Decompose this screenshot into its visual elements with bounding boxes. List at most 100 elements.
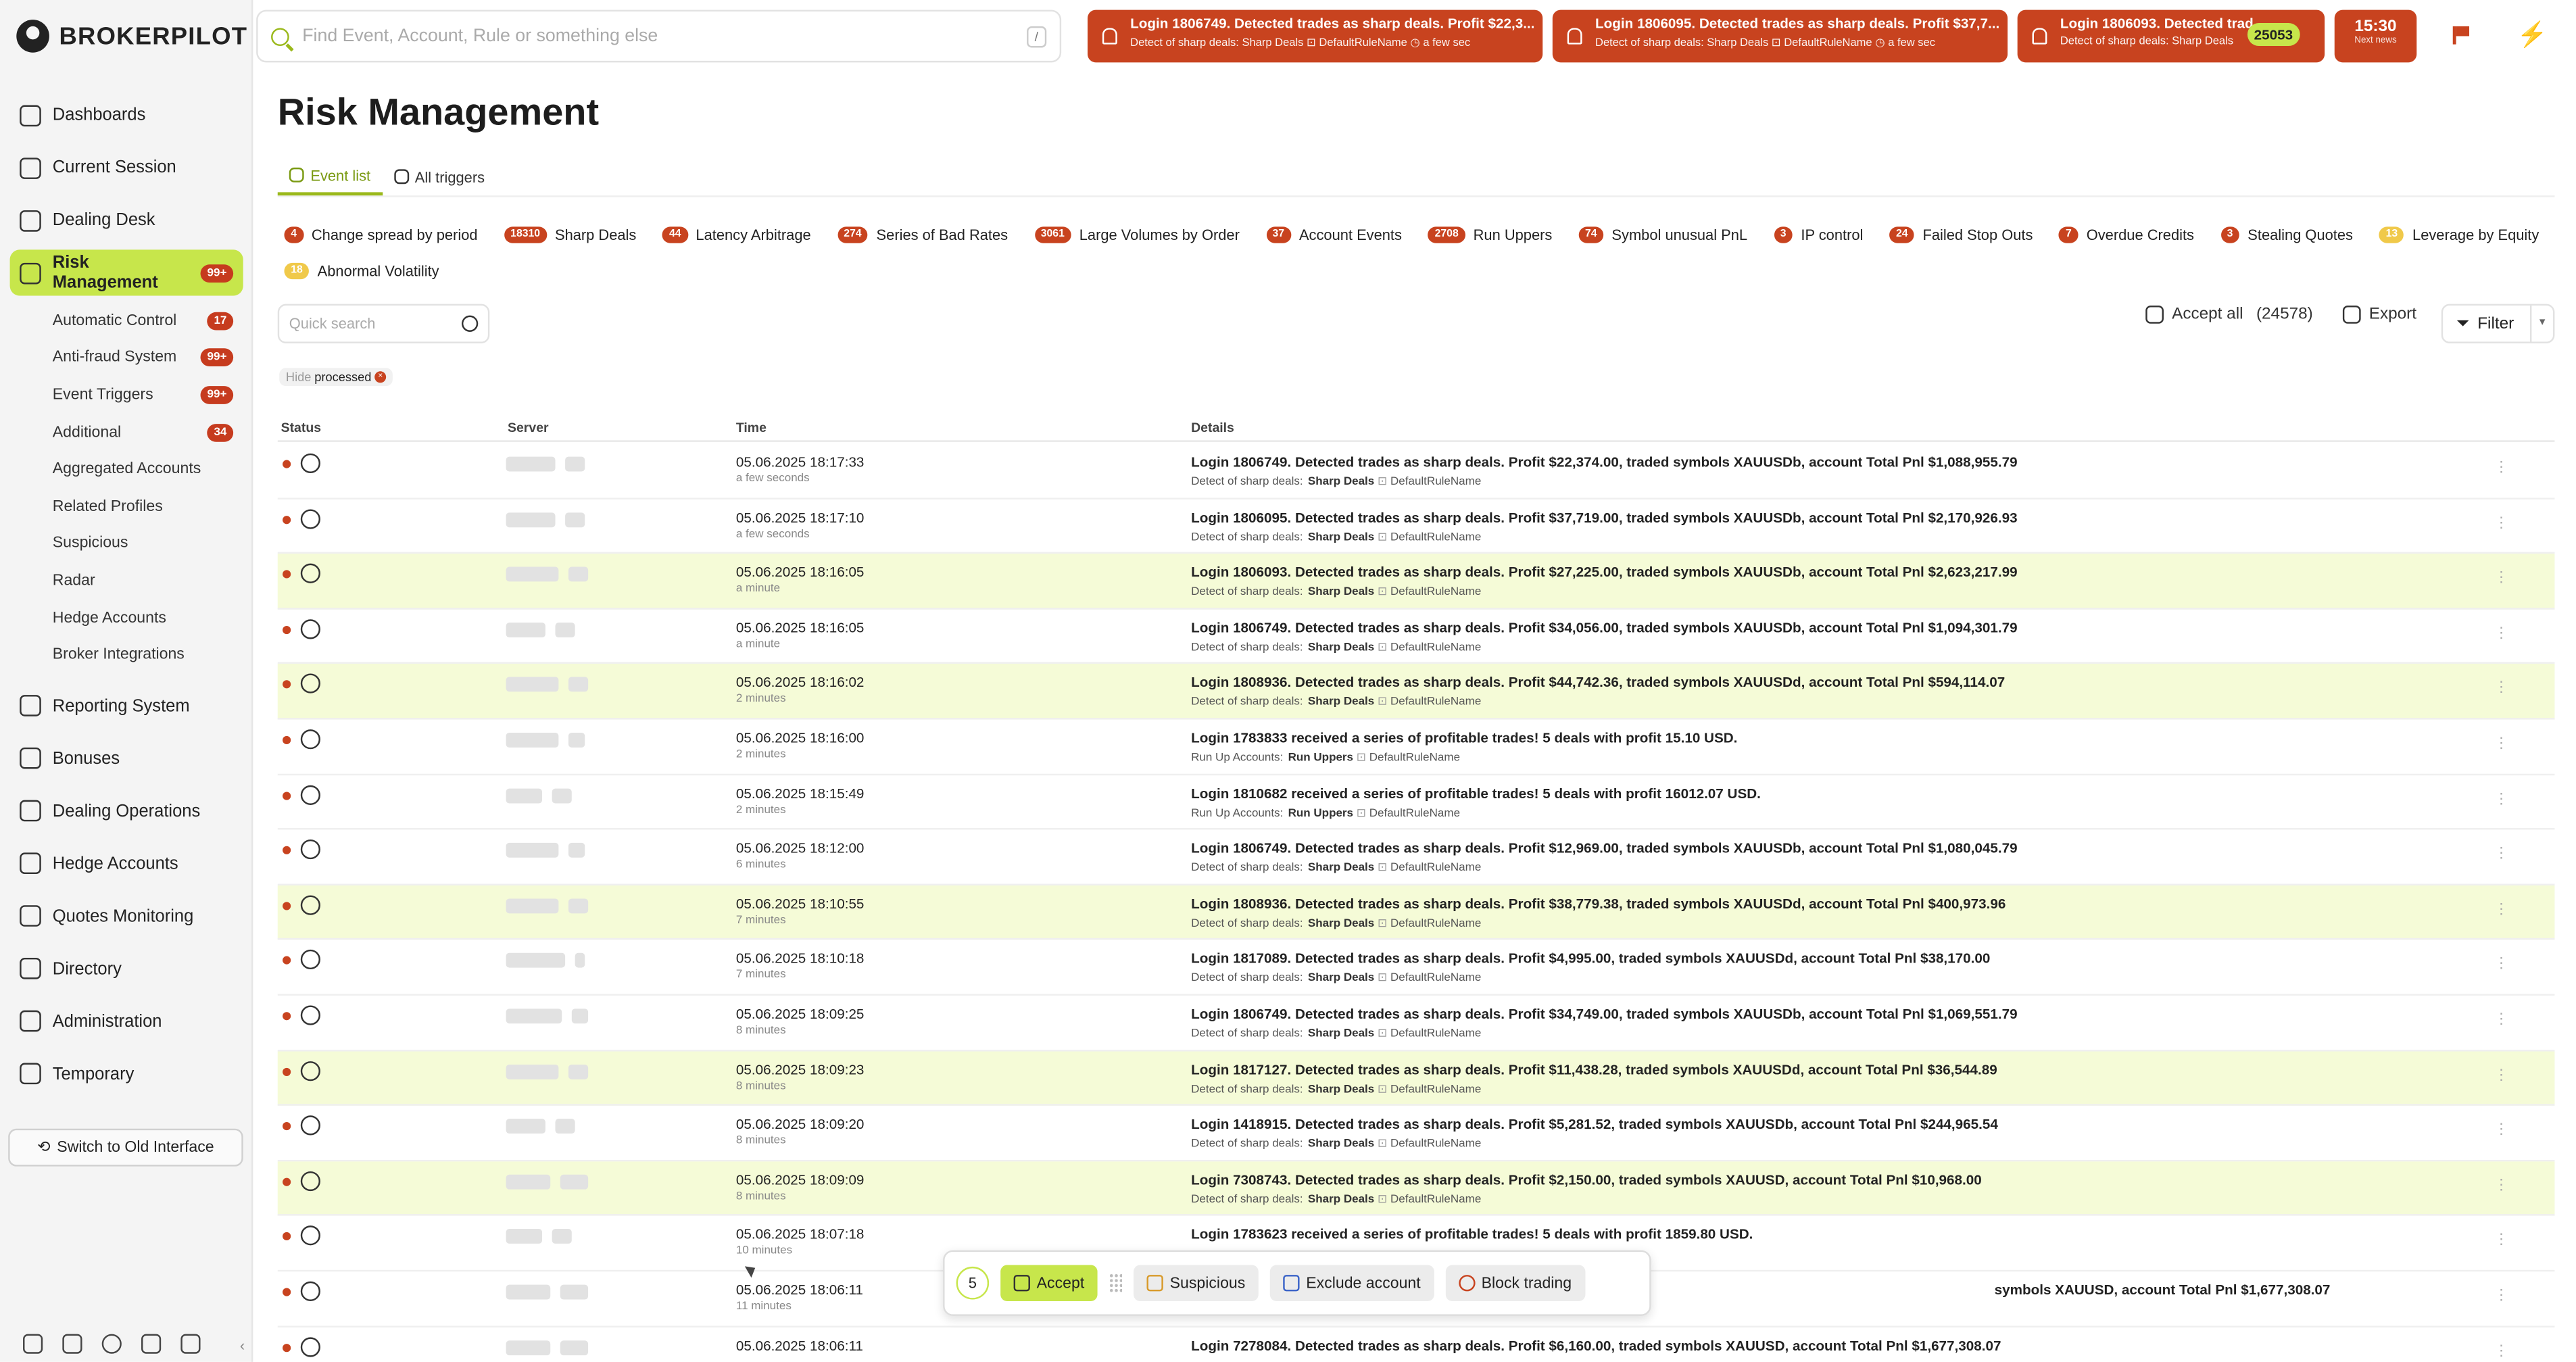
event-status-icon[interactable] <box>300 1060 320 1081</box>
trigger-chip[interactable]: 74 Symbol unusual PnL <box>1578 224 1747 247</box>
subnav-item-anti-fraud-system[interactable]: Anti-fraud System 99+ <box>53 339 243 376</box>
sidebar-item-risk-management[interactable]: Risk Management 99+ <box>9 249 243 296</box>
row-menu-icon[interactable]: ⋮ <box>2494 1231 2508 1249</box>
lightning-icon[interactable]: ⚡ <box>2517 20 2548 49</box>
table-row[interactable]: 05.06.2025 18:16:00 2 minutes Login 178383… <box>277 719 2555 775</box>
column-header-details[interactable]: Details <box>1191 420 1234 435</box>
filter-button[interactable]: ⏷ Filter ▾ <box>2441 303 2555 343</box>
event-status-icon[interactable] <box>300 1005 320 1025</box>
event-status-icon[interactable] <box>300 784 320 804</box>
subnav-item-automatic-control[interactable]: Automatic Control 17 <box>53 302 243 339</box>
quick-search[interactable] <box>277 303 490 343</box>
event-status-icon[interactable] <box>300 674 320 694</box>
trigger-chip[interactable]: 3061 Large Volumes by Order <box>1034 224 1240 247</box>
settings-icon[interactable] <box>23 1334 43 1354</box>
table-row[interactable]: 05.06.2025 18:17:10 a few seconds Login 18… <box>277 499 2555 554</box>
table-row[interactable]: 05.06.2025 18:09:23 8 minutes Login 181712… <box>277 1050 2555 1106</box>
chevron-down-icon[interactable]: ▾ <box>2529 306 2553 342</box>
event-status-icon[interactable] <box>300 453 320 473</box>
trigger-chip[interactable]: 13 Leverage by Equity <box>2379 224 2539 247</box>
switch-old-interface-button[interactable]: ⟲ Switch to Old Interface <box>8 1128 243 1167</box>
remove-filter-icon[interactable]: × <box>374 371 387 383</box>
column-header-time[interactable]: Time <box>736 420 767 435</box>
subnav-item-hedge-accounts[interactable]: Hedge Accounts <box>53 600 243 637</box>
table-row[interactable]: 05.06.2025 18:06:11 Login 7278084. Detect… <box>278 1327 2555 1362</box>
moon-icon[interactable] <box>101 1334 122 1354</box>
subnav-item-event-triggers[interactable]: Event Triggers 99+ <box>53 376 243 414</box>
sidebar-item-dashboards[interactable]: Dashboards <box>10 92 243 138</box>
subnav-item-suspicious[interactable]: Suspicious <box>53 525 243 562</box>
row-menu-icon[interactable]: ⋮ <box>2494 679 2508 698</box>
event-status-icon[interactable] <box>300 950 320 970</box>
subnav-item-related-profiles[interactable]: Related Profiles <box>53 488 243 525</box>
table-row[interactable]: 05.06.2025 18:09:25 8 minutes Login 180674… <box>277 996 2555 1051</box>
row-menu-icon[interactable]: ⋮ <box>2494 734 2508 752</box>
sidebar-item-quotes-monitoring[interactable]: Quotes Monitoring <box>10 894 243 940</box>
trigger-chip[interactable]: 3 Stealing Quotes <box>2220 224 2353 247</box>
table-row[interactable]: 05.06.2025 18:15:49 2 minutes Login 181068… <box>277 775 2555 830</box>
alert-notification[interactable]: Login 1806095. Detected trades as sharp … <box>1552 9 2008 63</box>
trigger-chip[interactable]: 18 Abnormal Volatility <box>284 260 439 283</box>
global-search-input[interactable] <box>302 26 1014 47</box>
accept-button[interactable]: Accept <box>1000 1265 1098 1301</box>
table-row[interactable]: 05.06.2025 18:16:05 a minute Login 1806093… <box>277 554 2555 610</box>
row-menu-icon[interactable]: ⋮ <box>2494 624 2508 642</box>
hide-processed-tag[interactable]: Hide processed × <box>279 368 393 387</box>
global-search[interactable]: / <box>256 9 1062 63</box>
event-status-icon[interactable] <box>300 1115 320 1136</box>
sidebar-item-directory[interactable]: Directory <box>10 946 243 992</box>
row-menu-icon[interactable]: ⋮ <box>2494 1011 2508 1029</box>
column-header-status[interactable]: Status <box>281 420 321 435</box>
monitor-icon[interactable] <box>62 1334 82 1354</box>
exclude-account-button[interactable]: Exclude account <box>1269 1265 1434 1301</box>
trigger-chip[interactable]: 274 Series of Bad Rates <box>837 224 1008 247</box>
row-menu-icon[interactable]: ⋮ <box>2494 789 2508 808</box>
table-row[interactable]: 05.06.2025 18:12:00 6 minutes Login 180674… <box>277 830 2555 885</box>
news-clock[interactable]: 15:30 Next news <box>2334 9 2417 63</box>
table-row[interactable]: 05.06.2025 18:16:05 a minute Login 1806749… <box>277 609 2555 664</box>
subnav-item-aggregated-accounts[interactable]: Aggregated Accounts <box>53 451 243 488</box>
trigger-chip[interactable]: 18310 Sharp Deals <box>504 224 636 247</box>
table-row[interactable]: 05.06.2025 18:17:33 a few seconds Login 18… <box>277 443 2555 499</box>
trigger-chip[interactable]: 2708 Run Uppers <box>1428 224 1552 247</box>
event-status-icon[interactable] <box>300 1171 320 1191</box>
drag-handle-icon[interactable] <box>1109 1273 1123 1293</box>
trigger-chip[interactable]: 4 Change spread by period <box>284 224 478 247</box>
logout-icon[interactable] <box>180 1334 201 1354</box>
sidebar-item-dealing-operations[interactable]: Dealing Operations <box>10 788 243 834</box>
sidebar-item-temporary[interactable]: Temporary <box>10 1051 243 1097</box>
row-menu-icon[interactable]: ⋮ <box>2494 458 2508 477</box>
flag-icon[interactable] <box>2452 26 2470 45</box>
row-menu-icon[interactable]: ⋮ <box>2494 568 2508 587</box>
trigger-chip[interactable]: 3 IP control <box>1773 224 1863 247</box>
tab-event-list[interactable]: Event list <box>277 157 383 196</box>
row-menu-icon[interactable]: ⋮ <box>2494 845 2508 863</box>
row-menu-icon[interactable]: ⋮ <box>2494 955 2508 973</box>
table-row[interactable]: 05.06.2025 18:09:09 8 minutes Login 730874… <box>277 1161 2555 1217</box>
table-row[interactable]: 05.06.2025 18:10:18 7 minutes Login 181708… <box>277 940 2555 996</box>
event-status-icon[interactable] <box>300 1225 320 1246</box>
alert-notification[interactable]: Login 1806749. Detected trades as sharp … <box>1087 9 1543 63</box>
subnav-item-radar[interactable]: Radar <box>53 562 243 600</box>
magic-wand-icon[interactable] <box>141 1334 162 1354</box>
subnav-item-broker-integrations[interactable]: Broker Integrations <box>53 636 243 673</box>
sidebar-item-current-session[interactable]: Current Session <box>10 145 243 191</box>
event-status-icon[interactable] <box>300 1281 320 1301</box>
quick-search-input[interactable] <box>289 315 462 332</box>
brand-logo[interactable]: BROKERPILOT <box>16 20 247 53</box>
event-status-icon[interactable] <box>300 1336 320 1357</box>
trigger-chip[interactable]: 7 Overdue Credits <box>2059 224 2194 247</box>
event-status-icon[interactable] <box>300 840 320 860</box>
event-status-icon[interactable] <box>300 895 320 915</box>
collapse-sidebar-icon[interactable]: ‹ <box>240 1337 245 1353</box>
suspicious-button[interactable]: Suspicious <box>1134 1265 1259 1301</box>
trigger-chip[interactable]: 44 Latency Arbitrage <box>662 224 811 247</box>
trigger-chip[interactable]: 24 Failed Stop Outs <box>1889 224 2033 247</box>
row-menu-icon[interactable]: ⋮ <box>2494 1176 2508 1194</box>
sidebar-item-dealing-desk[interactable]: Dealing Desk <box>10 197 243 243</box>
row-menu-icon[interactable]: ⋮ <box>2494 1121 2508 1139</box>
event-status-icon[interactable] <box>300 564 320 584</box>
event-status-icon[interactable] <box>300 618 320 639</box>
sidebar-item-bonuses[interactable]: Bonuses <box>10 736 243 782</box>
row-menu-icon[interactable]: ⋮ <box>2494 1065 2508 1084</box>
